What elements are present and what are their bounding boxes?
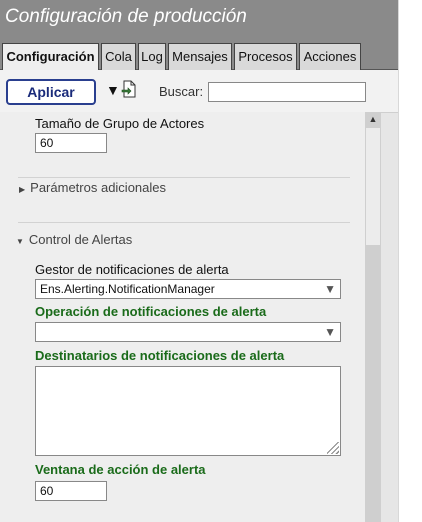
alert-action-window-input[interactable] bbox=[35, 481, 107, 501]
chevron-down-icon: ▼ bbox=[324, 325, 336, 339]
apply-button[interactable]: Aplicar bbox=[6, 79, 96, 105]
resize-grip-icon[interactable] bbox=[327, 442, 339, 454]
tab-acciones[interactable]: Acciones bbox=[299, 43, 361, 70]
tab-configuracion[interactable]: Configuración bbox=[2, 43, 99, 71]
search-input[interactable] bbox=[208, 82, 366, 102]
tab-log[interactable]: Log bbox=[138, 43, 166, 70]
caret-right-icon: ▶ bbox=[19, 185, 26, 194]
alert-control-label: Control de Alertas bbox=[28, 232, 133, 247]
notification-recipients-textarea[interactable] bbox=[35, 366, 341, 456]
actor-pool-size-input[interactable] bbox=[35, 133, 107, 153]
notification-manager-select[interactable]: Ens.Alerting.NotificationManager ▼ bbox=[35, 279, 341, 299]
section-divider bbox=[18, 177, 350, 178]
notification-operation-select[interactable]: ▼ bbox=[35, 322, 341, 342]
actor-pool-size-label: Tamaño de Grupo de Actores bbox=[35, 116, 205, 131]
scrollbar-thumb[interactable] bbox=[366, 128, 380, 245]
additional-params-label: Parámetros adicionales bbox=[30, 180, 167, 195]
tab-strip: Configuración Cola Log Mensajes Procesos… bbox=[0, 34, 398, 71]
production-settings-panel: Configuración de producción Configuració… bbox=[0, 0, 398, 522]
tab-mensajes[interactable]: Mensajes bbox=[168, 43, 232, 70]
notification-manager-label: Gestor de notificaciones de alerta bbox=[35, 262, 229, 277]
settings-content: Tamaño de Grupo de Actores ▶ Parámetros a… bbox=[0, 112, 365, 522]
side-strip bbox=[398, 0, 422, 522]
tab-cola[interactable]: Cola bbox=[101, 43, 136, 70]
notification-manager-value: Ens.Alerting.NotificationManager bbox=[40, 282, 215, 296]
tab-procesos[interactable]: Procesos bbox=[234, 43, 297, 70]
alert-control-header[interactable]: ▼ Control de Alertas bbox=[16, 232, 132, 247]
triangle-down-icon[interactable]: ▼ bbox=[106, 82, 120, 98]
panel-title: Configuración de producción bbox=[5, 6, 247, 27]
vertical-scrollbar[interactable]: ▲ bbox=[365, 112, 381, 522]
title-bar: Configuración de producción bbox=[0, 0, 398, 34]
chevron-down-icon: ▼ bbox=[324, 282, 336, 296]
notification-operation-label: Operación de notificaciones de alerta bbox=[35, 304, 267, 319]
caret-down-icon: ▼ bbox=[16, 237, 24, 246]
notification-recipients-label: Destinatarios de notificaciones de alert… bbox=[35, 348, 285, 363]
section-divider bbox=[18, 222, 350, 223]
document-arrow-icon[interactable] bbox=[121, 80, 137, 103]
alert-action-window-label: Ventana de acción de alerta bbox=[35, 462, 206, 477]
additional-params-header[interactable]: ▶ Parámetros adicionales bbox=[19, 180, 166, 195]
toolbar: Aplicar ▼ Buscar: bbox=[0, 70, 398, 113]
search-label: Buscar: bbox=[159, 84, 204, 99]
scroll-up-icon[interactable]: ▲ bbox=[365, 112, 381, 126]
